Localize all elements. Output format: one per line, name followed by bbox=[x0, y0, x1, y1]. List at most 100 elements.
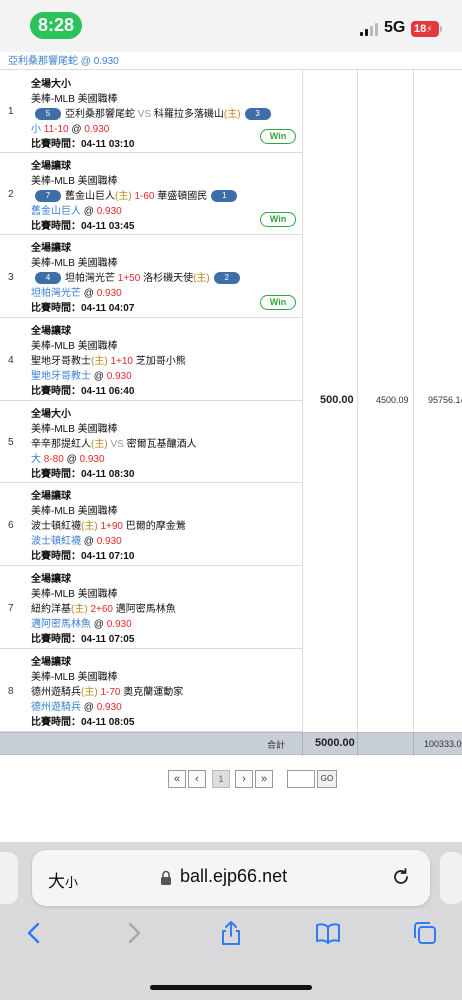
team: 洛杉磯天使 bbox=[143, 273, 194, 284]
browser-chrome: 大小 ball.ejp66.net bbox=[0, 842, 462, 1000]
pick-team: 波士頓紅襪 bbox=[31, 536, 81, 547]
signal-icon bbox=[360, 22, 380, 36]
rank-badge: 3 bbox=[244, 108, 271, 121]
matchup: 7 舊金山巨人(主) 1-60 華盛頓國民 1 bbox=[31, 189, 241, 204]
bet-row: 8 全場讓球 美棒-MLB 美國職棒 德州遊騎兵(主) 1-70 奧克蘭運動家 … bbox=[0, 649, 302, 732]
battery-cap bbox=[440, 26, 442, 32]
balance-amount: 95756.14 bbox=[428, 395, 462, 405]
last-page-button[interactable]: » bbox=[255, 770, 273, 788]
time-value: 04-11 08:30 bbox=[81, 469, 135, 480]
bet-row: 5 全場大小 美棒-MLB 美國職棒 辛辛那提紅人(主) VS 密爾瓦基釀酒人 … bbox=[0, 401, 302, 483]
time-label: 比賽時間： bbox=[31, 221, 81, 232]
go-button[interactable]: GO bbox=[317, 770, 337, 788]
pick: 邁阿密馬林魚 @ 0.930 bbox=[31, 617, 176, 632]
matchup: 德州遊騎兵(主) 1-70 奧克蘭運動家 bbox=[31, 685, 183, 700]
col-divider bbox=[413, 733, 414, 756]
row-number: 8 bbox=[8, 686, 14, 697]
bookmarks-icon[interactable] bbox=[315, 920, 341, 946]
pick-team: 舊金山巨人 bbox=[31, 206, 81, 217]
vs-label: VS bbox=[137, 109, 152, 120]
time-label: 比賽時間： bbox=[31, 551, 81, 562]
matchup: 5 亞利桑那響尾蛇 VS 科羅拉多落磯山(主) 3 bbox=[31, 107, 275, 122]
rank-badge: 7 bbox=[35, 190, 61, 203]
reload-icon[interactable] bbox=[390, 866, 412, 888]
win-badge: Win bbox=[260, 295, 296, 310]
row-number: 1 bbox=[8, 106, 14, 117]
row-number: 4 bbox=[8, 355, 14, 366]
team: 華盛頓國民 bbox=[157, 191, 208, 202]
odds: 0.930 bbox=[96, 206, 122, 217]
pick-team: 坦帕灣光芒 bbox=[31, 288, 81, 299]
vs-label: VS bbox=[110, 439, 124, 450]
url-text[interactable]: ball.ejp66.net bbox=[180, 866, 287, 887]
league: 美棒-MLB 美國職棒 bbox=[31, 672, 118, 683]
page-input[interactable] bbox=[287, 770, 315, 788]
pick-team: 邁阿密馬林魚 bbox=[31, 619, 91, 630]
at-sign: @ bbox=[93, 619, 104, 630]
bet-row: 3 全場讓球 美棒-MLB 美國職棒 4 坦帕灣光芒 1+50 洛杉磯天使(主) 2… bbox=[0, 235, 302, 318]
home-tag: (主) bbox=[223, 109, 241, 120]
time-value: 04-11 03:45 bbox=[81, 221, 135, 232]
team: 邁阿密馬林魚 bbox=[115, 604, 176, 615]
next-tab-preview[interactable] bbox=[440, 852, 462, 904]
odds: 0.930 bbox=[96, 536, 122, 547]
bet-info: 全場讓球 美棒-MLB 美國職棒 德州遊騎兵(主) 1-70 奧克蘭運動家 德州… bbox=[31, 655, 183, 730]
partial-row: 亞利桑那響尾蛇 @ 0.930 bbox=[0, 52, 462, 70]
team: 紐約洋基 bbox=[31, 604, 71, 615]
matchup: 4 坦帕灣光芒 1+50 洛杉磯天使(主) 2 bbox=[31, 271, 244, 286]
match-time: 比賽時間：04-11 04:07 bbox=[31, 301, 244, 316]
league: 美棒-MLB 美國職棒 bbox=[31, 506, 118, 517]
match-time: 比賽時間：04-11 03:10 bbox=[31, 137, 275, 152]
share-icon[interactable] bbox=[218, 920, 244, 946]
bet-info: 全場大小 美棒-MLB 美國職棒 辛辛那提紅人(主) VS 密爾瓦基釀酒人 大 … bbox=[31, 407, 197, 482]
team: 坦帕灣光芒 bbox=[65, 273, 115, 284]
league: 美棒-MLB 美國職棒 bbox=[31, 424, 118, 435]
bet-info: 全場讓球 美棒-MLB 美國職棒 波士頓紅襪(主) 1+90 巴爾的摩金鶯 波士… bbox=[31, 489, 186, 564]
row-number: 5 bbox=[8, 437, 14, 448]
pick: 波士頓紅襪 @ 0.930 bbox=[31, 534, 186, 549]
pick: 大 8-80 @ 0.930 bbox=[31, 452, 197, 467]
next-page-button[interactable]: › bbox=[235, 770, 253, 788]
at-sign: @ bbox=[66, 454, 77, 465]
match-time: 比賽時間：04-11 03:45 bbox=[31, 219, 241, 234]
status-time: 8:28 bbox=[30, 12, 82, 39]
bet-info: 全場讓球 美棒-MLB 美國職棒 4 坦帕灣光芒 1+50 洛杉磯天使(主) 2 坦… bbox=[31, 241, 244, 316]
text-size-large: 大 bbox=[48, 872, 65, 891]
bet-row: 6 全場讓球 美棒-MLB 美國職棒 波士頓紅襪(主) 1+90 巴爾的摩金鶯 … bbox=[0, 483, 302, 566]
bet-type: 全場讓球 bbox=[31, 161, 71, 172]
address-bar[interactable]: 大小 ball.ejp66.net bbox=[32, 850, 430, 906]
tabs-icon[interactable] bbox=[412, 920, 438, 946]
at-sign: @ bbox=[71, 124, 82, 135]
team: 科羅拉多落磯山 bbox=[153, 109, 224, 120]
time-label: 比賽時間： bbox=[31, 717, 81, 728]
odds: 0.930 bbox=[106, 619, 132, 630]
team: 芝加哥小熊 bbox=[135, 356, 186, 367]
league: 美棒-MLB 美國職棒 bbox=[31, 94, 118, 105]
home-tag: (主) bbox=[81, 687, 98, 698]
text-size-button[interactable]: 大小 bbox=[48, 867, 78, 892]
prev-tab-preview[interactable] bbox=[0, 852, 18, 904]
match-time: 比賽時間：04-11 07:05 bbox=[31, 632, 176, 647]
col-divider bbox=[357, 733, 358, 756]
bet-row: 4 全場讓球 美棒-MLB 美國職棒 聖地牙哥教士(主) 1+10 芝加哥小熊 … bbox=[0, 318, 302, 401]
pick-team: 德州遊騎兵 bbox=[31, 702, 81, 713]
row-number: 3 bbox=[8, 272, 14, 283]
pagination: « ‹ 1 › » GO bbox=[0, 770, 462, 790]
bet-info: 全場大小 美棒-MLB 美國職棒 5 亞利桑那響尾蛇 VS 科羅拉多落磯山(主) 3… bbox=[31, 77, 275, 152]
at-sign: @ bbox=[83, 288, 94, 299]
matchup: 聖地牙哥教士(主) 1+10 芝加哥小熊 bbox=[31, 354, 186, 369]
odds: 0.930 bbox=[96, 288, 122, 299]
first-page-button[interactable]: « bbox=[168, 770, 186, 788]
current-page[interactable]: 1 bbox=[212, 770, 230, 788]
time-label: 比賽時間： bbox=[31, 303, 81, 314]
time-value: 04-11 03:10 bbox=[81, 139, 135, 150]
forward-icon[interactable] bbox=[120, 920, 146, 946]
team: 密爾瓦基釀酒人 bbox=[126, 439, 197, 450]
prev-page-button[interactable]: ‹ bbox=[188, 770, 206, 788]
bet-info: 全場讓球 美棒-MLB 美國職棒 聖地牙哥教士(主) 1+10 芝加哥小熊 聖地… bbox=[31, 324, 186, 399]
pick: 德州遊騎兵 @ 0.930 bbox=[31, 700, 183, 715]
row-number: 7 bbox=[8, 603, 14, 614]
back-icon[interactable] bbox=[22, 920, 48, 946]
matchup: 波士頓紅襪(主) 1+90 巴爾的摩金鶯 bbox=[31, 519, 186, 534]
bet-row: 1 全場大小 美棒-MLB 美國職棒 5 亞利桑那響尾蛇 VS 科羅拉多落磯山(主… bbox=[0, 70, 302, 153]
